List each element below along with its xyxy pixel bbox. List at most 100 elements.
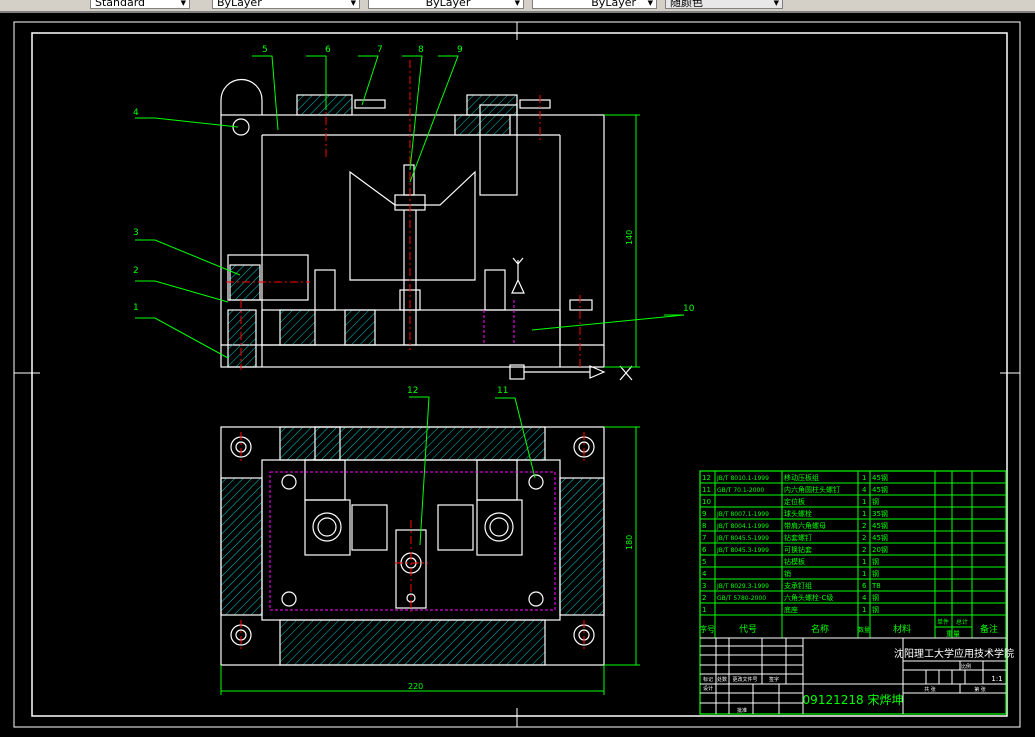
text-style-value: Standard <box>95 0 146 9</box>
approve-label: 批准 <box>737 707 747 714</box>
part-code: JB/T 8045.5-1999 <box>716 535 769 542</box>
part-code: JB/T 8010.1-1999 <box>716 475 769 482</box>
header-weight: 重量 <box>946 630 960 638</box>
leader-line <box>409 55 459 183</box>
count-label: 处数 <box>717 676 727 683</box>
part-no: 4 <box>702 570 707 578</box>
sheet2-label: 第 张 <box>974 686 986 693</box>
leader-line <box>135 280 229 303</box>
sheet-label: 共 张 <box>924 686 936 693</box>
part-qty: 2 <box>862 522 866 530</box>
part-qty: 1 <box>862 558 866 566</box>
part-qty: 1 <box>862 510 866 518</box>
dropdown-arrow-icon: ▼ <box>773 0 779 7</box>
part-no: 11 <box>702 486 711 494</box>
dropdown-arrow-icon: ▼ <box>350 0 356 7</box>
part-no: 10 <box>702 498 711 506</box>
dim-height-front: 140 <box>625 230 634 245</box>
balloon-label: 12 <box>407 386 418 396</box>
color-combo[interactable]: 随颜色 ▼ <box>665 0 783 9</box>
lineweight-combo[interactable]: ByLayer ▼ <box>532 0 657 9</box>
front-view <box>220 78 633 381</box>
student-id-name: 09121218 宋烨坤 <box>803 692 904 707</box>
leaders: 12345 6 7 8 9101112 <box>133 45 695 546</box>
part-no: 3 <box>702 582 706 590</box>
part-qty: 1 <box>862 498 866 506</box>
linetype-combo[interactable]: ByLayer ▼ <box>368 0 524 9</box>
part-material: 45钢 <box>872 473 888 482</box>
part-name: 球头螺栓 <box>784 509 812 518</box>
part-name: 销 <box>784 569 791 578</box>
part-code: JB/T 8007.1-1999 <box>716 511 769 518</box>
school-name: 沈阳理工大学应用技术学院 <box>894 647 1014 660</box>
part-material: 35钢 <box>872 509 888 518</box>
header-total: 总计 <box>956 618 968 626</box>
part-material: 钢 <box>872 497 879 506</box>
part-qty: 6 <box>862 582 867 590</box>
part-qty: 2 <box>862 546 866 554</box>
header-remark: 备注 <box>980 623 998 635</box>
part-material: 钢 <box>872 593 879 602</box>
part-no: 12 <box>702 474 711 482</box>
leader-line <box>135 117 239 128</box>
part-no: 5 <box>702 558 706 566</box>
part-name: 六角头螺栓-C级 <box>784 593 833 602</box>
part-material: 45钢 <box>872 521 888 530</box>
header-unit: 单件 <box>937 618 949 626</box>
toolbar: Standard ▼ ByLayer ▼ ByLayer ▼ ByLayer ▼ 随颜色… <box>0 0 1035 13</box>
balloon-label: 1 <box>133 303 139 313</box>
balloon-label: 9 <box>457 45 463 55</box>
ratio-label: 比例 <box>961 663 971 670</box>
mark-label: 标记 <box>703 676 713 683</box>
balloon-label: 5 <box>262 45 268 55</box>
lineweight-value: ByLayer <box>591 0 636 9</box>
balloon-label: 2 <box>133 266 139 276</box>
part-material: 45钢 <box>872 533 888 542</box>
part-name: 可换钻套 <box>784 545 812 554</box>
header-code: 代号 <box>739 624 757 635</box>
part-qty: 1 <box>862 474 866 482</box>
layer-value: ByLayer <box>217 0 262 9</box>
dropdown-arrow-icon: ▼ <box>514 0 520 7</box>
sign-label: 签字 <box>769 676 779 683</box>
part-material: T8 <box>871 582 881 590</box>
part-code: GB/T 5780-2000 <box>717 595 766 602</box>
part-qty: 1 <box>862 606 866 614</box>
part-no: 7 <box>702 534 706 542</box>
part-no: 1 <box>702 606 706 614</box>
drawing-canvas[interactable]: 140 180 220 12345 6 7 8 9101112 12 JB/T 8010.… <box>0 13 1035 737</box>
balloon-label: 6 <box>325 45 331 55</box>
leader-line <box>409 396 430 546</box>
part-material: 钢 <box>872 569 879 578</box>
leader-line <box>135 317 229 359</box>
part-qty: 2 <box>862 534 866 542</box>
top-view <box>220 426 605 666</box>
part-name: 支承钉组 <box>784 581 812 590</box>
part-code: GB/T 70.1-2000 <box>717 487 764 494</box>
design-label: 设计 <box>703 685 713 692</box>
balloon-label: 10 <box>683 304 695 314</box>
doc-label: 更改文件号 <box>732 676 757 683</box>
dim-width-top: 220 <box>408 682 423 691</box>
scale-value: 1:1 <box>991 675 1002 683</box>
leader-line <box>135 239 241 276</box>
part-name: 移动压板组 <box>784 473 819 482</box>
part-name: 带肩六角螺母 <box>784 521 826 530</box>
part-material: 45钢 <box>872 485 888 494</box>
part-code: JB/T 8045.3-1999 <box>716 547 769 554</box>
part-qty: 1 <box>862 570 866 578</box>
leader-line <box>531 314 685 331</box>
part-no: 9 <box>702 510 706 518</box>
part-code: JB/T 8029.3-1999 <box>716 583 769 590</box>
part-name: 底座 <box>784 605 798 614</box>
header-qty: 数量 <box>858 626 870 634</box>
linetype-value: ByLayer <box>425 0 471 9</box>
text-style-combo[interactable]: Standard ▼ <box>90 0 190 9</box>
balloon-label: 7 <box>377 45 383 55</box>
layer-combo[interactable]: ByLayer ▼ <box>212 0 360 9</box>
header-name: 名称 <box>811 623 829 635</box>
leader-line <box>252 55 279 131</box>
leader-line <box>358 55 379 106</box>
balloon-label: 3 <box>133 228 139 238</box>
dim-height-top: 180 <box>625 535 634 550</box>
